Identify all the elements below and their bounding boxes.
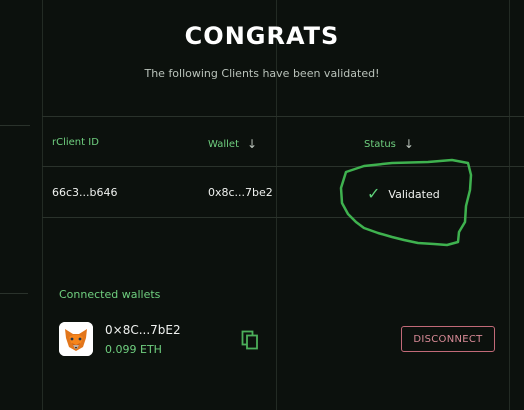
column-header-client-id: rClient ID <box>52 137 99 148</box>
left-rule-top <box>0 125 30 126</box>
arrow-down-icon[interactable]: ↓ <box>247 137 257 151</box>
table-header: rClient ID Wallet ↓ Status ↓ <box>42 117 524 167</box>
column-header-status[interactable]: Status ↓ <box>364 137 414 151</box>
column-header-label: rClient ID <box>52 137 99 148</box>
page-title: CONGRATS <box>184 22 340 50</box>
disconnect-button[interactable]: DISCONNECT <box>401 326 495 352</box>
column-header-wallet[interactable]: Wallet ↓ <box>208 137 257 151</box>
cell-wallet: 0x8c...7be2 <box>208 186 273 199</box>
check-icon: ✓ <box>367 184 381 203</box>
wallet-address: 0×8C...7bE2 <box>105 323 181 337</box>
column-header-label: Wallet <box>208 138 240 150</box>
metamask-fox-icon <box>59 322 93 356</box>
status-text: Validated <box>388 187 440 201</box>
wallet-balance: 0.099 ETH <box>105 343 162 356</box>
cell-status: ✓ Validated <box>367 186 440 202</box>
column-header-label: Status <box>364 138 396 150</box>
copy-icon[interactable] <box>241 330 259 350</box>
cell-client-id: 66c3...b646 <box>52 186 118 199</box>
arrow-down-icon[interactable]: ↓ <box>404 137 414 151</box>
page-subtitle: The following Clients have been validate… <box>144 67 380 80</box>
connected-wallets-label: Connected wallets <box>59 288 161 301</box>
left-rule-bottom <box>0 293 28 294</box>
validated-clients-table: rClient ID Wallet ↓ Status ↓ 66c3...b646… <box>42 116 524 218</box>
